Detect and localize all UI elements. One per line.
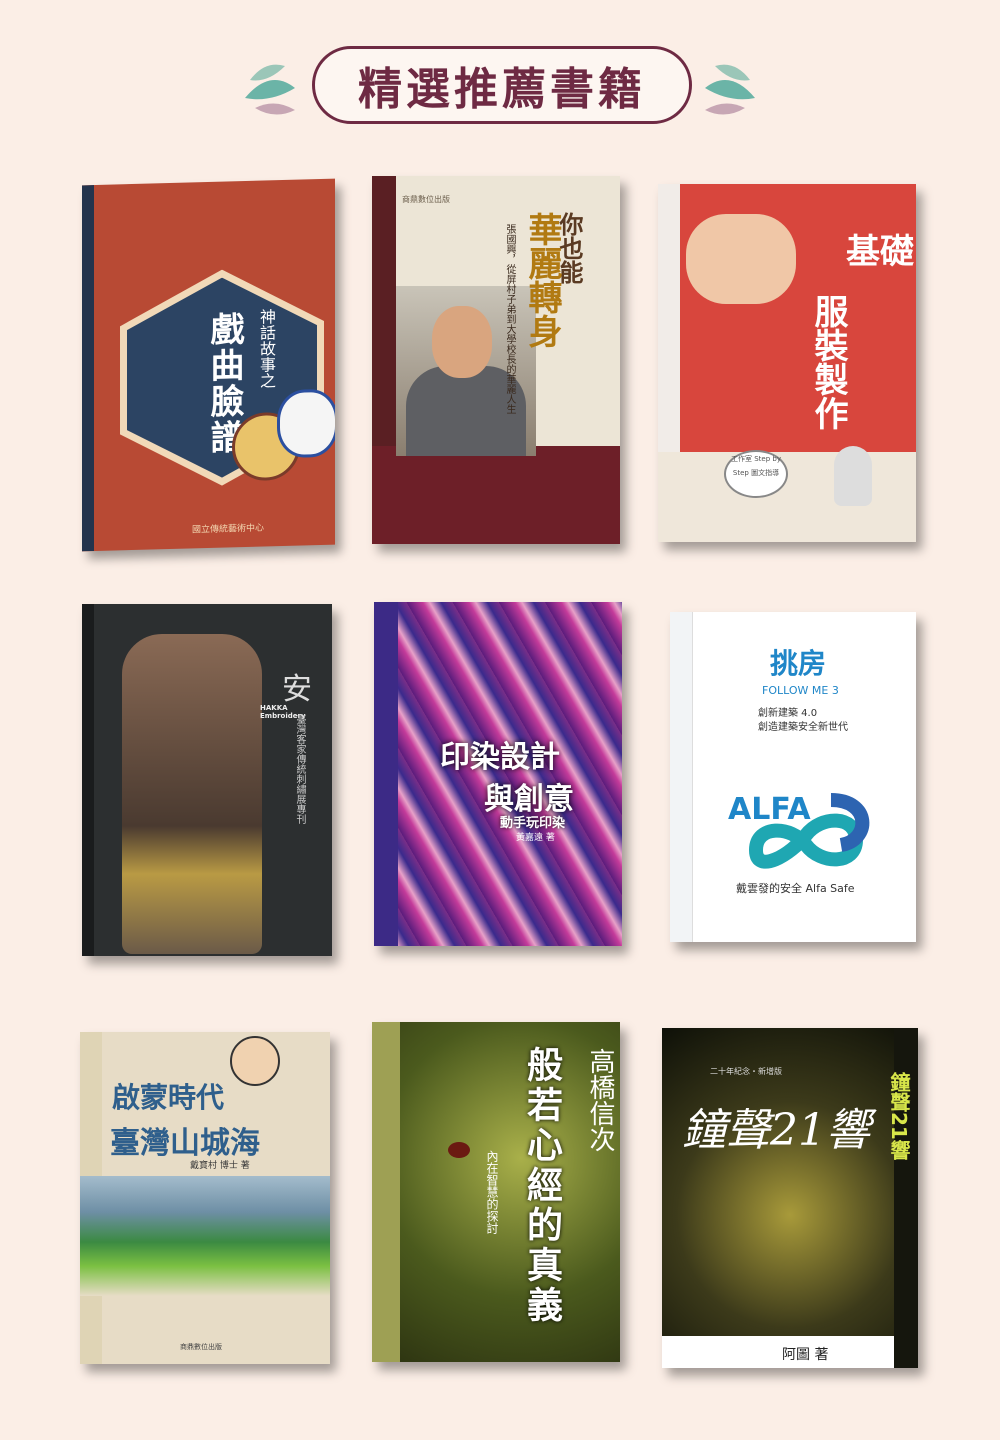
book-spine-title: 鐘聲21響 — [887, 1072, 911, 1160]
book-line2: 創造建築安全新世代 — [758, 722, 848, 733]
dress-form-icon — [834, 446, 872, 506]
mountain-landscape-image — [80, 1176, 330, 1296]
book-title: 般若心經的真義 — [521, 1046, 563, 1326]
book-spine — [670, 612, 693, 942]
book-publisher: 商鼎數位出版 — [402, 195, 450, 204]
book-badge: 工作室 Step by Step 圖文指導 — [724, 450, 788, 498]
book-cover-graceful-turn[interactable]: 你也能 華麗轉身 張國興，從屏村子弟到大學校長的華麗人生 商鼎數位出版 — [372, 176, 620, 544]
book-subtitle: 臺灣客家傳統刺繡展專刊 — [294, 714, 305, 824]
book-footer: 戴雲發的安全 Alfa Safe — [736, 882, 855, 895]
book-cover-opera-masks[interactable]: 戲曲臉譜 神話故事之 國立傳統藝術中心 — [82, 178, 335, 552]
book-title-prefix: 基礎 — [846, 232, 914, 272]
book-publisher: 商鼎數位出版 — [180, 1343, 222, 1351]
book-spine — [372, 1022, 400, 1362]
cover-band — [658, 452, 916, 542]
book-brand: ALFA — [728, 792, 811, 827]
book-edition: 二十年紀念・新增版 — [710, 1067, 782, 1076]
book-cover-bell-21[interactable]: 二十年紀念・新增版 鐘聲21響 鐘聲21響 阿圖 著 — [662, 1028, 918, 1368]
book-logo: 安 — [282, 672, 312, 707]
book-author: 高橋信次 — [585, 1048, 615, 1152]
book-subtitle: 內在智慧的探討 — [485, 1150, 499, 1234]
book-author: 戴寶村 博士 著 — [190, 1161, 250, 1171]
model-photo — [122, 634, 262, 954]
sewing-hand-image — [686, 214, 796, 304]
book-cover-hakka-embroidery[interactable]: 安 HAKKA Embroidery 臺灣客家傳統刺繡展專刊 — [82, 604, 332, 956]
book-title-line2: 臺灣山城海 — [110, 1126, 260, 1161]
book-title-line1: 印染設計 — [440, 740, 560, 775]
section-title-banner: 精選推薦書籍 — [312, 46, 692, 124]
book-subtitle: 張國興，從屏村子弟到大學校長的華麗人生 — [504, 224, 515, 414]
book-cover-alfa-safe[interactable]: 挑房 FOLLOW ME 3 創新建築 4.0 創造建築安全新世代 ALFA 戴… — [670, 612, 916, 942]
author-cartoon-icon — [230, 1036, 280, 1086]
leaf-decoration-right-icon — [705, 64, 755, 115]
book-subtitle: 動手玩印染 — [500, 816, 566, 831]
opera-mask-icon — [277, 388, 335, 459]
book-spine — [82, 604, 94, 956]
book-series: FOLLOW ME 3 — [762, 684, 839, 697]
book-spine — [374, 602, 398, 946]
book-subtitle: 神話故事之 — [257, 308, 276, 389]
ladybug-icon — [448, 1142, 470, 1158]
book-spine — [82, 184, 94, 552]
book-line1: 創新建築 4.0 — [758, 708, 818, 719]
author-photo — [432, 306, 492, 378]
book-title-line1: 啟蒙時代 — [112, 1081, 225, 1114]
leaf-decoration-left-icon — [245, 64, 295, 115]
cover-footer-band — [662, 1336, 894, 1368]
book-author: 黃嘉遠 著 — [516, 833, 555, 843]
book-cover-enlightenment-taiwan[interactable]: 啟蒙時代 臺灣山城海 戴寶村 博士 著 商鼎數位出版 — [80, 1032, 330, 1364]
section-title: 精選推薦書籍 — [358, 64, 646, 115]
book-title: 華麗轉身 — [522, 212, 562, 348]
book-title: 挑房 — [770, 647, 827, 680]
cover-band — [372, 446, 620, 544]
book-author: 阿圖 著 — [782, 1347, 829, 1363]
book-cover-heart-sutra[interactable]: 高橋信次 般若心經的真義 內在智慧的探討 — [372, 1022, 620, 1362]
book-publisher: 國立傳統藝術中心 — [192, 523, 265, 536]
book-title: 鐘聲21響 — [682, 1105, 870, 1156]
book-cover-garment-making[interactable]: 基礎 服裝製作 工作室 Step by Step 圖文指導 — [658, 184, 916, 542]
book-cover-dyeing-design[interactable]: 印染設計 與創意 動手玩印染 黃嘉遠 著 — [374, 602, 622, 946]
book-title: 服裝製作 — [808, 294, 848, 430]
